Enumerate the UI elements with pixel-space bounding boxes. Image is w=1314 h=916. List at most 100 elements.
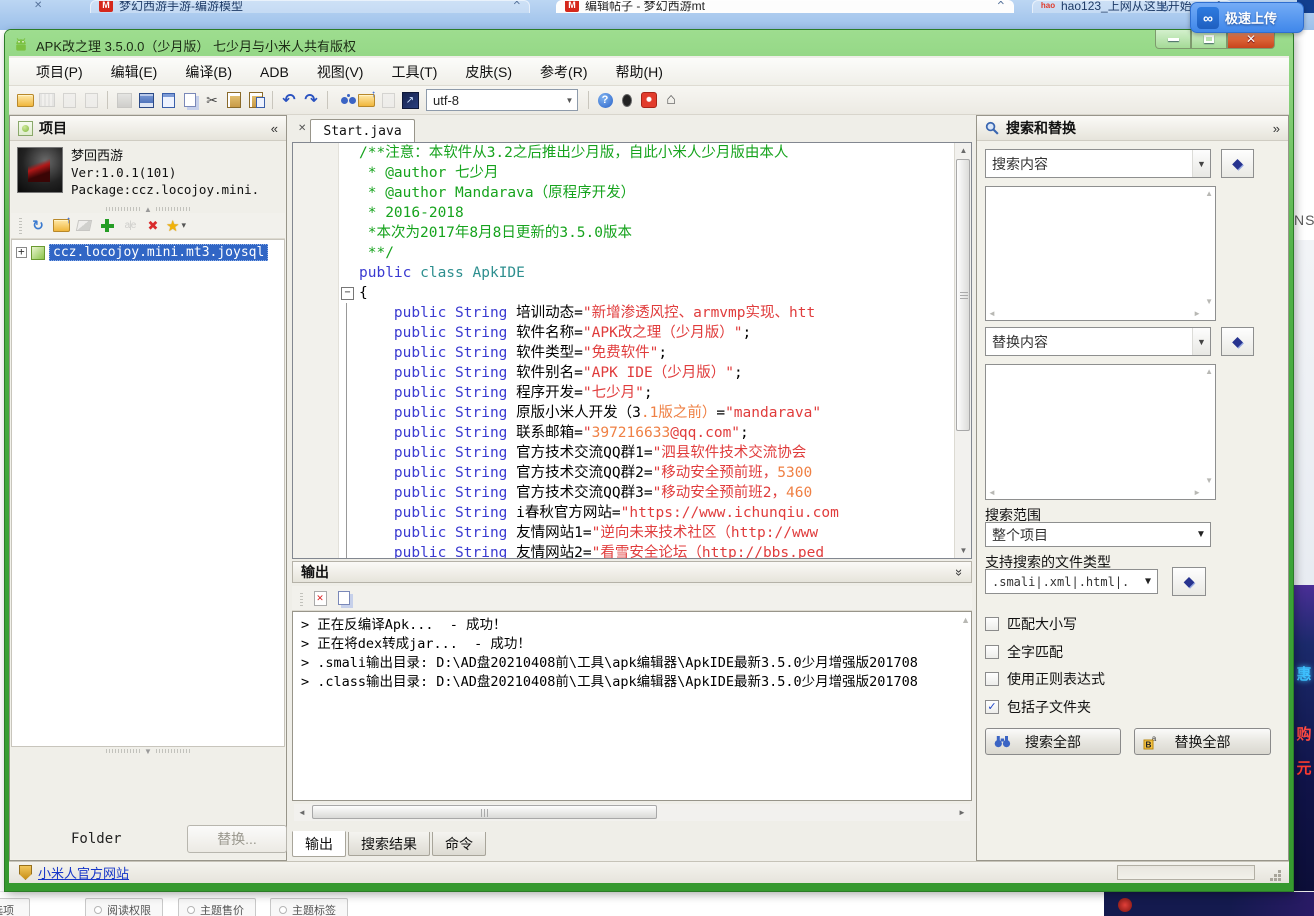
chevron-down-icon[interactable]: ▼ (1139, 570, 1157, 593)
folder-export-icon[interactable] (51, 216, 71, 236)
forum-tab-3[interactable]: 主题标签 (270, 898, 348, 916)
open-folder-icon[interactable] (15, 90, 35, 110)
code-line[interactable]: 6 **/ (293, 243, 971, 263)
code-line[interactable]: 10 public String 软件名称="APK改之理（少月版）"; (293, 323, 971, 343)
scroll-right-icon[interactable]: ► (954, 804, 970, 821)
add-icon[interactable] (97, 216, 117, 236)
code-line[interactable]: 15 public String 联系邮箱="397216633@qq.com"… (293, 423, 971, 443)
code-line[interactable]: 7public class ApkIDE (293, 263, 971, 283)
clear-output-icon[interactable] (310, 588, 330, 608)
scrollbar-thumb[interactable] (312, 805, 657, 819)
scroll-down-icon[interactable]: ▼ (955, 543, 972, 558)
code-line[interactable]: 13 public String 程序开发="七少月"; (293, 383, 971, 403)
code-line[interactable]: 19 public String i春秋官方网站="https://www.ic… (293, 503, 971, 523)
tree-selected-item[interactable]: ccz.locojoy.mini.mt3.joysql (49, 244, 268, 261)
replace-content-combo[interactable]: 替换内容 ▼ (985, 327, 1211, 356)
browser-tab-0[interactable]: M梦幻西游手游-编游模型✕ (90, 0, 530, 13)
collapse-panel-icon[interactable]: » (1273, 121, 1280, 136)
tree-expand-icon[interactable] (16, 247, 27, 258)
code-line[interactable]: 3 * @author Mandarava（原程序开发） (293, 183, 971, 203)
code-line[interactable]: 14 public String 原版小米人开发（3.1版之前）="mandar… (293, 403, 971, 423)
checkbox-icon[interactable] (985, 617, 999, 631)
tab-close-icon[interactable]: ✕ (513, 0, 521, 8)
output-tab-1[interactable]: 搜索结果 (348, 832, 430, 856)
bug-icon[interactable] (617, 90, 637, 110)
menu-item-8[interactable]: 帮助(H) (602, 59, 675, 85)
chevron-down-icon[interactable]: ▼ (1192, 328, 1210, 355)
clear-filetype-button[interactable] (1172, 567, 1206, 596)
editor-tab-startjava[interactable]: Start.java (310, 119, 414, 142)
output-log[interactable]: > 正在反编译Apk... - 成功！ > 正在将dex转成jar... - 成… (292, 611, 972, 801)
forum-tab-2[interactable]: 主题售价 (178, 898, 256, 916)
menu-item-1[interactable]: 编辑(E) (98, 59, 171, 85)
code-line[interactable]: 2 * @author 七少月 (293, 163, 971, 183)
editor-tabstrip-close-icon[interactable]: ✕ (298, 123, 306, 134)
code-editor[interactable]: 1/**注意：本软件从3.2之后推出少月版，自此小米人少月版由本人2 * @au… (292, 142, 972, 559)
scroll-up-icon[interactable]: ▲ (955, 143, 972, 158)
code-line[interactable]: 17 public String 官方技术交流QQ群2="移动安全预前班，530… (293, 463, 971, 483)
netdisk-popup[interactable]: ∞ 极速上传 (1190, 2, 1304, 33)
clear-replace-button[interactable] (1221, 327, 1254, 356)
menu-item-2[interactable]: 编译(B) (172, 59, 245, 85)
browser-tab-1[interactable]: M编辑帖子 - 梦幻西游mt✕ (556, 0, 1014, 13)
menu-item-6[interactable]: 皮肤(S) (452, 59, 525, 85)
forum-tab-1[interactable]: 阅读权限 (85, 898, 163, 916)
output-scroll-up-icon[interactable]: ▲ (961, 615, 970, 625)
undo-icon[interactable] (279, 90, 299, 110)
replace-button[interactable]: 替换... (187, 825, 287, 853)
menu-item-0[interactable]: 项目(P) (23, 59, 96, 85)
radio-icon[interactable] (279, 906, 287, 914)
output-tab-0[interactable]: 输出 (292, 831, 346, 857)
code-line[interactable]: 9 public String 培训动态="新增渗透风控、armvmp实现、ht… (293, 303, 971, 323)
copy-output-icon[interactable] (334, 588, 354, 608)
help-icon[interactable] (595, 90, 615, 110)
resize-grip[interactable] (1278, 870, 1281, 873)
code-line[interactable]: 21 public String 友情网站2="看雪安全论坛（http://bb… (293, 543, 971, 559)
code-line[interactable]: 1/**注意：本软件从3.2之后推出少月版，自此小米人少月版由本人 (293, 143, 971, 163)
code-line[interactable]: 16 public String 官方技术交流QQ群1="泗县软件技术交流协会 (293, 443, 971, 463)
radio-icon[interactable] (94, 906, 102, 914)
radio-icon[interactable] (187, 906, 195, 914)
folder-export-icon[interactable] (356, 90, 376, 110)
menu-item-7[interactable]: 参考(R) (527, 59, 600, 85)
minimize-button[interactable] (1155, 30, 1191, 49)
browser-refresh-icon[interactable]: ↻ (1160, 2, 1169, 15)
search-content-combo[interactable]: 搜索内容 ▼ (985, 149, 1211, 178)
splitter-down[interactable]: ▼ (11, 747, 285, 755)
search-text-area[interactable]: ▲ ▼ ◄ ► (985, 186, 1216, 321)
code-line[interactable]: 18 public String 官方技术交流QQ群3="移动安全预前班2，46… (293, 483, 971, 503)
find-icon[interactable] (334, 90, 354, 110)
home-icon[interactable] (661, 90, 681, 110)
code-line[interactable]: 12 public String 软件别名="APK IDE（少月版）"; (293, 363, 971, 383)
blog-icon[interactable] (639, 90, 659, 110)
clear-search-button[interactable] (1221, 149, 1254, 178)
checkbox-checked-icon[interactable]: ✓ (985, 700, 999, 714)
scrollbar-thumb[interactable] (956, 159, 970, 431)
scope-combo[interactable]: 整个项目 ▼ (985, 522, 1211, 547)
refresh-icon[interactable] (28, 216, 48, 236)
stray-tab-close-icon[interactable]: ✕ (34, 0, 42, 11)
code-line[interactable]: 4 * 2016-2018 (293, 203, 971, 223)
chevron-down-icon[interactable]: ▼ (562, 96, 577, 105)
save-page-icon[interactable] (158, 90, 178, 110)
favorite-icon[interactable] (166, 216, 186, 236)
output-tab-2[interactable]: 命令 (432, 832, 486, 856)
code-line[interactable]: 8{ (293, 283, 971, 303)
checkbox-icon[interactable] (985, 672, 999, 686)
collapse-panel-icon[interactable]: « (271, 121, 278, 136)
delete-icon[interactable] (143, 216, 163, 236)
search-all-button[interactable]: 搜索全部 (985, 728, 1121, 755)
code-line[interactable]: 11 public String 软件类型="免费软件"; (293, 343, 971, 363)
menu-item-5[interactable]: 工具(T) (378, 59, 450, 85)
forum-tab-0[interactable]: 选项 (0, 898, 30, 916)
paste-icon[interactable] (224, 90, 244, 110)
redo-icon[interactable] (301, 90, 321, 110)
code-line[interactable]: 5 *本次为2017年8月8日更新的3.5.0版本 (293, 223, 971, 243)
splitter-up[interactable]: ▲ (11, 205, 285, 213)
collapse-output-icon[interactable]: » (952, 568, 967, 575)
fold-marker-icon[interactable] (339, 283, 355, 303)
output-horizontal-scrollbar[interactable]: ◄ ► (294, 804, 970, 821)
tree-root-row[interactable]: ccz.locojoy.mini.mt3.joysql (16, 244, 280, 261)
cut-icon[interactable] (202, 90, 222, 110)
copy-icon[interactable] (180, 90, 200, 110)
